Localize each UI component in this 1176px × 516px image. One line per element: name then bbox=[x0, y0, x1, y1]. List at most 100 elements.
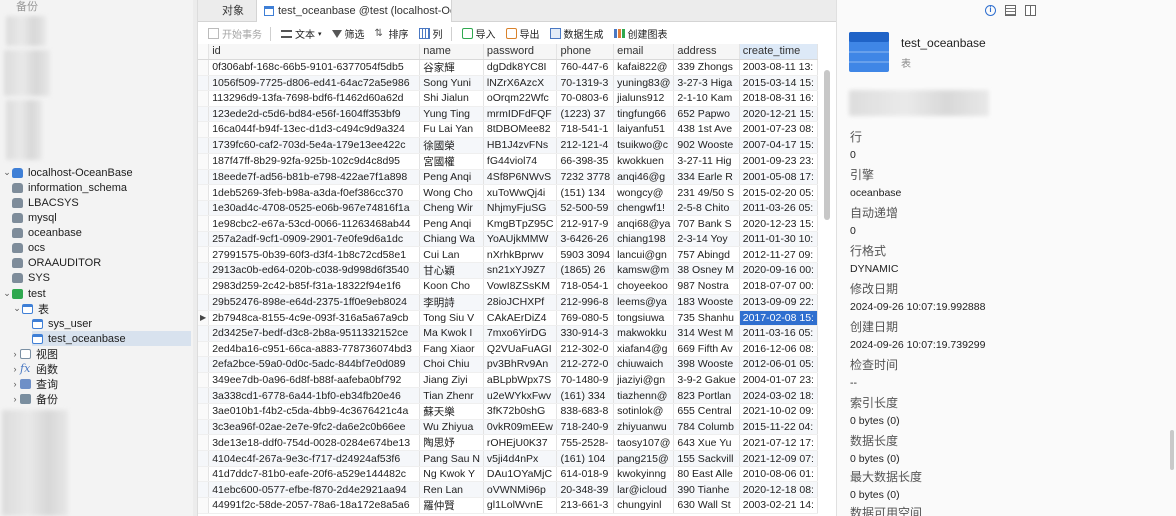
row-marker[interactable] bbox=[198, 372, 210, 389]
row-marker[interactable] bbox=[198, 75, 210, 92]
cell-email[interactable]: anqi46@g bbox=[613, 169, 675, 186]
cell-create-time[interactable]: 2015-02-20 05: bbox=[739, 184, 818, 201]
cell-id[interactable]: 2b7948ca-8155-4c9e-093f-316a5a67a9cb bbox=[208, 310, 421, 327]
tree-db-oraauditor[interactable]: ORAAUDITOR bbox=[12, 255, 197, 270]
cell-password[interactable]: fG44viol74 bbox=[483, 153, 558, 170]
cell-phone[interactable]: 3-6426-26 bbox=[556, 231, 615, 248]
cell-phone[interactable]: 718-240-9 bbox=[556, 419, 615, 436]
chevron-right-icon[interactable]: › bbox=[10, 394, 20, 404]
table-row[interactable]: 2d3425e7-bedf-d3c8-2b8a-9511332152ce Ma K… bbox=[198, 325, 818, 342]
chevron-right-icon[interactable]: › bbox=[10, 349, 20, 359]
table-row[interactable]: 1739fc60-caf2-703d-5e4a-179e13ee422c 徐國榮 H… bbox=[198, 137, 818, 154]
cell-address[interactable]: 390 Tianhe bbox=[673, 481, 740, 498]
cell-address[interactable]: 2-1-10 Kam bbox=[673, 90, 740, 107]
tree-group-functions[interactable]: › fx 函数 bbox=[10, 361, 197, 376]
row-marker[interactable] bbox=[198, 403, 210, 420]
cell-id[interactable]: 187f47ff-8b29-92fa-925b-102c9d4c8d95 bbox=[208, 153, 421, 170]
cell-email[interactable]: lar@icloud bbox=[613, 481, 675, 498]
cell-phone[interactable]: 212-917-9 bbox=[556, 215, 615, 232]
cell-phone[interactable]: (161) 104 bbox=[556, 450, 615, 467]
cell-address[interactable]: 669 Fifth Av bbox=[673, 341, 740, 358]
table-row[interactable]: 3c3ea96f-02ae-2e7e-9fc2-da6e2c0b66ee Wu Z… bbox=[198, 419, 818, 436]
cell-email[interactable]: anqi68@ya bbox=[613, 215, 675, 232]
cell-address[interactable]: 231 49/50 S bbox=[673, 184, 740, 201]
cell-email[interactable]: chengwf1! bbox=[613, 200, 675, 217]
cell-name[interactable]: Jiang Ziyi bbox=[419, 372, 484, 389]
column-header-name[interactable]: name bbox=[419, 44, 484, 60]
cell-phone[interactable]: (161) 334 bbox=[556, 387, 615, 404]
cell-email[interactable]: lancui@gn bbox=[613, 246, 675, 263]
cell-create-time[interactable]: 2017-02-08 15: bbox=[739, 310, 818, 327]
cell-email[interactable]: kafai822@ bbox=[613, 59, 675, 76]
cell-phone[interactable]: (151) 134 bbox=[556, 184, 615, 201]
cell-password[interactable]: 28ioJCHXPf bbox=[483, 294, 558, 311]
cell-id[interactable]: 3ae010b1-f4b2-c5da-4bb9-4c3676421c4a bbox=[208, 403, 421, 420]
table-row[interactable]: 113296d9-13fa-7698-bdf6-f1462d60a62d Shi … bbox=[198, 90, 818, 107]
table-row[interactable]: 1056f509-7725-d806-ed41-64ac72a5e986 Song… bbox=[198, 75, 818, 92]
tree-db-lbacsys[interactable]: LBACSYS bbox=[12, 195, 197, 210]
cell-id[interactable]: 2d3425e7-bedf-d3c8-2b8a-9511332152ce bbox=[208, 325, 421, 342]
cell-email[interactable]: tongsiuwa bbox=[613, 310, 675, 327]
cell-email[interactable]: zhiyuanwu bbox=[613, 419, 675, 436]
cell-phone[interactable]: 718-054-1 bbox=[556, 278, 615, 295]
cell-create-time[interactable]: 2010-08-06 01: bbox=[739, 466, 818, 483]
cell-create-time[interactable]: 2018-07-07 00: bbox=[739, 278, 818, 295]
cell-password[interactable]: DAu1OYaMjC bbox=[483, 466, 558, 483]
row-marker[interactable] bbox=[198, 497, 210, 514]
cell-password[interactable]: oVWNMi96p bbox=[483, 481, 558, 498]
table-row[interactable]: 41d7ddc7-81b0-eafe-20f6-a529e144482c Ng K… bbox=[198, 466, 818, 483]
cell-create-time[interactable]: 2001-05-08 17: bbox=[739, 169, 818, 186]
cell-id[interactable]: 349ee7db-0a96-6d8f-b88f-aafeba0bf792 bbox=[208, 372, 421, 389]
cell-password[interactable]: VowI8ZSsKM bbox=[483, 278, 558, 295]
row-marker[interactable] bbox=[198, 356, 210, 373]
cell-password[interactable]: gl1LolWvnE bbox=[483, 497, 558, 514]
cell-name[interactable]: Ng Kwok Y bbox=[419, 466, 484, 483]
sort-button[interactable]: ⇅ 排序 bbox=[375, 26, 409, 41]
tree-group-tables[interactable]: ⌄ 表 bbox=[12, 301, 197, 316]
cell-password[interactable]: Q2VUaFuAGI bbox=[483, 341, 558, 358]
tree-item-partial[interactable]: 备份 bbox=[16, 0, 197, 13]
begin-transaction-button[interactable]: 开始事务 bbox=[208, 26, 262, 41]
table-row[interactable]: 0f306abf-168c-66b5-9101-6377054f5db5 谷家輝 d… bbox=[198, 59, 818, 76]
row-marker[interactable] bbox=[198, 387, 210, 404]
cell-email[interactable]: chungyinl bbox=[613, 497, 675, 514]
tree-db-information-schema[interactable]: information_schema bbox=[12, 180, 197, 195]
cell-create-time[interactable]: 2021-12-09 07: bbox=[739, 450, 818, 467]
tree-table-sys-user[interactable]: sys_user bbox=[32, 316, 196, 331]
text-view-button[interactable]: 文本 ▾ bbox=[281, 26, 322, 41]
row-marker[interactable] bbox=[198, 106, 210, 123]
cell-phone[interactable]: 769-080-5 bbox=[556, 310, 615, 327]
cell-address[interactable]: 183 Wooste bbox=[673, 294, 740, 311]
cell-name[interactable]: Cheng Wir bbox=[419, 200, 484, 217]
cell-password[interactable]: 0vkR09mEEw bbox=[483, 419, 558, 436]
cell-create-time[interactable]: 2007-04-17 15: bbox=[739, 137, 818, 154]
cell-id[interactable]: 27991575-0b39-60f3-d3f4-1b8c72cd58e1 bbox=[208, 246, 421, 263]
cell-id[interactable]: 16ca044f-b94f-13ec-d1d3-c494c9d9a324 bbox=[208, 121, 421, 138]
cell-address[interactable]: 155 Sackvill bbox=[673, 450, 740, 467]
chevron-right-icon[interactable]: › bbox=[10, 379, 20, 389]
cell-name[interactable]: Tong Siu V bbox=[419, 310, 484, 327]
cell-password[interactable]: v5ji4d4nPx bbox=[483, 450, 558, 467]
cell-create-time[interactable]: 2003-02-21 14: bbox=[739, 497, 818, 514]
ddl-icon[interactable] bbox=[1005, 5, 1016, 16]
tree-group-backups[interactable]: › 备份 bbox=[10, 391, 197, 406]
tree-db-mysql[interactable]: mysql bbox=[12, 210, 197, 225]
table-row[interactable]: 3a338cd1-6778-6a44-1bf0-eb34fb20e46 Tian … bbox=[198, 387, 818, 404]
table-row[interactable]: 1e98cbc2-e67a-53cd-0066-11263468ab44 Peng… bbox=[198, 215, 818, 232]
row-marker[interactable] bbox=[198, 231, 210, 248]
current-row-indicator[interactable]: ▶ bbox=[198, 310, 210, 327]
cell-id[interactable]: 1e98cbc2-e67a-53cd-0066-11263468ab44 bbox=[208, 215, 421, 232]
export-button[interactable]: 导出 bbox=[505, 26, 540, 41]
cell-create-time[interactable]: 2021-10-02 09: bbox=[739, 403, 818, 420]
cell-email[interactable]: xiafan4@g bbox=[613, 341, 675, 358]
table-row[interactable]: 4104ec4f-267a-9e3c-f717-d24924af53f6 Pang… bbox=[198, 450, 818, 467]
data-generation-button[interactable]: 数据生成 bbox=[549, 26, 604, 41]
column-header-password[interactable]: password bbox=[483, 44, 558, 60]
cell-address[interactable]: 38 Osney M bbox=[673, 262, 740, 279]
cell-name[interactable]: Wong Cho bbox=[419, 184, 484, 201]
column-header-create-time[interactable]: create_time bbox=[739, 44, 818, 60]
cell-phone[interactable]: 212-121-4 bbox=[556, 137, 615, 154]
cell-address[interactable]: 630 Wall St bbox=[673, 497, 740, 514]
table-row[interactable]: 44991f2c-58de-2057-78a6-18a172e8a5a6 羅仲賢 g… bbox=[198, 497, 818, 514]
cell-name[interactable]: 谷家輝 bbox=[419, 59, 484, 76]
